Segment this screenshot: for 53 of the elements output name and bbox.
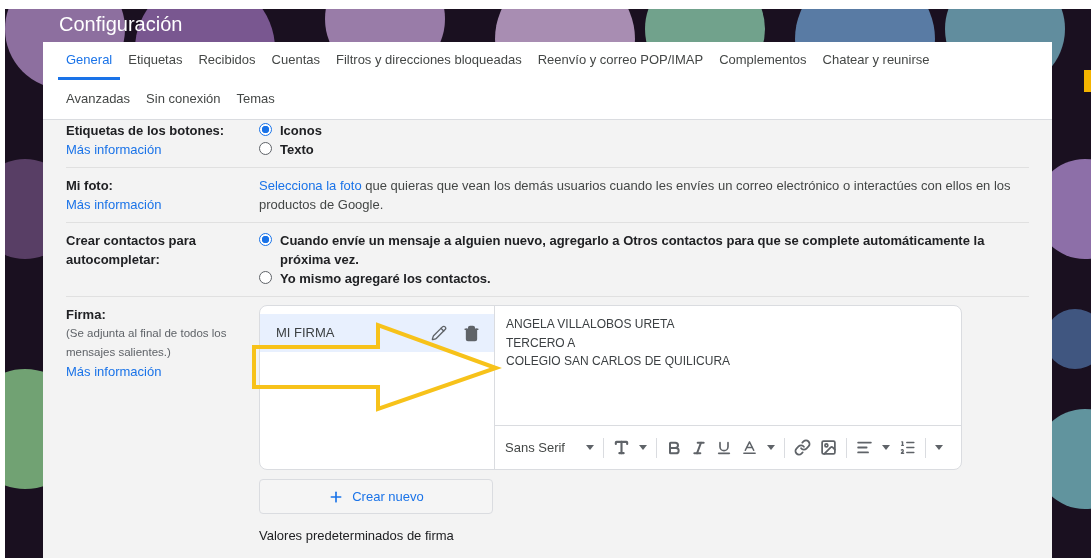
edge-marker <box>1084 70 1091 92</box>
italic-icon[interactable] <box>691 439 707 456</box>
settings-tab[interactable]: Cuentas <box>263 42 328 80</box>
radio-label: Yo mismo agregaré los contactos. <box>280 270 491 288</box>
radio-label: Iconos <box>280 122 322 140</box>
setting-label: Crear contactos para autocompletar: <box>66 232 198 269</box>
signature-editor[interactable]: ANGELA VILLALOBOS URETA TERCERO A COLEGIO SAN CARLOS DE QUILICURA <box>495 306 961 425</box>
font-selector[interactable]: Sans Serif <box>505 437 565 458</box>
radio-button[interactable] <box>259 142 272 155</box>
settings-tab[interactable]: Complementos <box>711 42 815 80</box>
caret-icon[interactable] <box>935 445 943 450</box>
setting-label: Mi foto: <box>66 177 114 195</box>
bold-icon[interactable] <box>666 439 682 456</box>
underline-icon[interactable] <box>716 439 732 456</box>
text-color-icon[interactable] <box>741 439 758 456</box>
radio-button[interactable] <box>259 271 272 284</box>
align-icon[interactable] <box>856 439 873 456</box>
setting-label: Firma: <box>66 306 107 324</box>
signature-line: COLEGIO SAN CARLOS DE QUILICURA <box>506 353 732 370</box>
image-icon[interactable] <box>820 439 837 456</box>
link-icon[interactable] <box>794 439 811 456</box>
settings-tab[interactable]: Recibidos <box>190 42 264 80</box>
settings-tab[interactable]: Chatear y reunirse <box>814 42 938 80</box>
radio-button[interactable] <box>259 123 272 136</box>
setting-label: Etiquetas de los botones: <box>66 122 226 140</box>
radio-label: Cuando envíe un mensaje a alguien nuevo, agregarlo a Otros contactos para que se complete automáticamente la próxima vez. <box>280 232 986 269</box>
caret-icon[interactable] <box>586 445 594 450</box>
numbered-list-icon[interactable] <box>899 439 916 456</box>
signature-note: (Se adjunta al final de todos los mensajes salientes.) <box>66 326 228 360</box>
signature-line: TERCERO A <box>506 334 577 352</box>
select-photo-link[interactable]: Selecciona la foto <box>259 178 362 193</box>
settings-tab[interactable]: Sin conexión <box>138 81 229 119</box>
section-heading: Valores predeterminados de firma <box>259 527 455 545</box>
signature-item[interactable]: MI FIRMA <box>260 314 494 352</box>
signature-line: ANGELA VILLALOBOS URETA <box>506 316 676 333</box>
caret-icon[interactable] <box>882 445 890 450</box>
settings-tab[interactable]: Etiquetas <box>120 42 191 80</box>
edit-icon[interactable] <box>431 325 447 341</box>
more-info-link[interactable]: Más información <box>66 362 259 381</box>
delete-icon[interactable] <box>463 324 480 342</box>
more-info-link[interactable]: Más información <box>66 140 259 159</box>
settings-tab[interactable]: Avanzadas <box>58 81 139 119</box>
radio-button[interactable] <box>259 233 272 246</box>
radio-label: Texto <box>280 141 314 159</box>
settings-tab[interactable]: Filtros y direcciones bloqueadas <box>327 42 530 80</box>
text-size-icon[interactable] <box>613 439 630 456</box>
caret-icon[interactable] <box>639 445 647 450</box>
create-new-button[interactable]: Crear nuevo <box>259 479 493 514</box>
more-info-link[interactable]: Más información <box>66 195 259 214</box>
caret-icon[interactable] <box>767 445 775 450</box>
settings-tab[interactable]: Reenvío y correo POP/IMAP <box>529 42 712 80</box>
photo-description: Selecciona la foto que quieras que vean los demás usuarios cuando les envíes un correo electrónico o interactúes con ellos en los productos de Google. <box>259 177 1012 214</box>
settings-tab[interactable]: Temas <box>228 81 283 119</box>
